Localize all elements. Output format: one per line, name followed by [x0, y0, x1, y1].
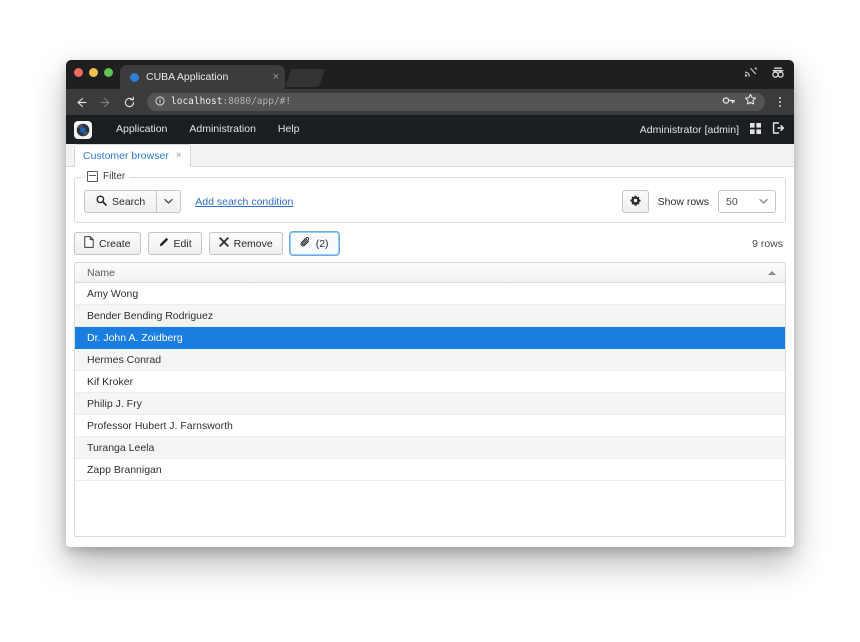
create-button-label: Create — [99, 237, 131, 250]
edit-button[interactable]: Edit — [147, 232, 202, 255]
tab-label: Customer browser — [83, 149, 169, 162]
close-icon[interactable]: × — [269, 71, 279, 83]
browser-toolbar: localhost:8080/app/#! — [66, 89, 794, 115]
magnifier-icon — [96, 195, 107, 209]
forward-button[interactable] — [97, 94, 113, 110]
add-search-condition-link[interactable]: Add search condition — [195, 196, 293, 208]
grid-apps-icon[interactable] — [750, 121, 761, 139]
table-row[interactable]: Zapp Brannigan — [75, 459, 785, 481]
menu-item-help[interactable]: Help — [267, 115, 311, 144]
table-body: Amy Wong Bender Bending Rodriguez Dr. John… — [75, 283, 785, 481]
app-navbar: Application Administration Help Administ… — [66, 115, 794, 144]
search-button-label: Search — [112, 195, 146, 208]
collapse-minus-icon[interactable] — [87, 171, 98, 182]
table-header-row: Name — [75, 263, 785, 283]
cell-name: Bender Bending Rodriguez — [87, 309, 214, 322]
search-button[interactable]: Search — [84, 190, 157, 213]
url-text: localhost:8080/app/#! — [171, 97, 291, 107]
cuba-application: Application Administration Help Administ… — [66, 115, 794, 547]
filter-legend[interactable]: Filter — [83, 170, 130, 182]
url-host: localhost — [171, 96, 223, 108]
show-rows-value: 50 — [726, 195, 738, 208]
tab-favicon-icon — [130, 72, 139, 82]
minimize-window-button[interactable] — [89, 68, 98, 77]
cell-name: Dr. John A. Zoidberg — [87, 331, 183, 344]
browser-window: CUBA Application × localhost:8080/app/#!… — [66, 60, 794, 547]
table-row[interactable]: Philip J. Fry — [75, 393, 785, 415]
logout-icon[interactable] — [772, 121, 785, 139]
show-rows-label: Show rows — [657, 195, 709, 208]
remove-button[interactable]: Remove — [208, 232, 283, 255]
browser-tab-title: CUBA Application — [146, 71, 229, 83]
table-row[interactable]: Kif Kroker — [75, 371, 785, 393]
filter-panel: Filter Search Add search condition Show … — [74, 171, 786, 223]
cell-name: Turanga Leela — [87, 441, 155, 454]
table-row[interactable]: Professor Hubert J. Farnsworth — [75, 415, 785, 437]
cast-icon[interactable] — [744, 66, 757, 84]
rows-count-label: 9 rows — [752, 237, 783, 250]
browser-tab-strip: CUBA Application × — [66, 60, 794, 89]
table-row[interactable]: Dr. John A. Zoidberg — [75, 327, 785, 349]
attachments-button[interactable]: (2) — [289, 232, 339, 255]
tabstrip-right-icons — [744, 66, 785, 84]
attachments-button-label: (2) — [315, 237, 329, 250]
create-button[interactable]: Create — [74, 232, 141, 255]
incognito-icon[interactable] — [771, 66, 785, 84]
pencil-icon — [158, 237, 169, 251]
paperclip-icon — [300, 236, 311, 251]
app-tabsheet: Customer browser × — [66, 144, 794, 167]
window-controls — [74, 68, 113, 77]
remove-button-label: Remove — [233, 237, 273, 250]
table-actions-toolbar: Create Edit Remove (2) 9 rows — [74, 232, 786, 255]
filter-right-controls: Show rows 50 — [621, 190, 776, 213]
show-rows-select[interactable]: 50 — [718, 190, 776, 213]
reload-button[interactable] — [121, 94, 137, 110]
page-info-icon[interactable] — [155, 93, 165, 111]
table-row[interactable]: Hermes Conrad — [75, 349, 785, 371]
table-row[interactable]: Turanga Leela — [75, 437, 785, 459]
chevron-down-icon — [759, 196, 768, 208]
address-bar[interactable]: localhost:8080/app/#! — [147, 93, 765, 111]
gear-icon — [630, 195, 641, 209]
filter-settings-button[interactable] — [621, 190, 649, 213]
close-window-button[interactable] — [74, 68, 83, 77]
column-header-name[interactable]: Name — [87, 267, 115, 279]
navbar-user-area: Administrator [admin] — [639, 121, 785, 139]
cell-name: Kif Kroker — [87, 375, 134, 388]
url-path: :8080/app/#! — [222, 96, 292, 108]
search-options-dropdown-button[interactable] — [156, 190, 182, 213]
menu-item-administration[interactable]: Administration — [178, 115, 267, 144]
back-button[interactable] — [73, 94, 89, 110]
bookmark-star-icon[interactable] — [744, 93, 757, 111]
table-row[interactable]: Bender Bending Rodriguez — [75, 305, 785, 327]
sort-ascending-icon[interactable] — [768, 270, 776, 275]
cell-name: Professor Hubert J. Farnsworth — [87, 419, 233, 432]
cell-name: Hermes Conrad — [87, 353, 162, 366]
document-icon — [84, 236, 94, 251]
filter-controls-row: Search Add search condition Show rows 50 — [84, 190, 776, 213]
edit-button-label: Edit — [173, 237, 192, 250]
maximize-window-button[interactable] — [104, 68, 113, 77]
close-icon[interactable]: × — [176, 150, 182, 161]
cell-name: Amy Wong — [87, 287, 139, 300]
table-row[interactable]: Amy Wong — [75, 283, 785, 305]
customers-table: Name Amy Wong Bender Bending Rodriguez Dr.… — [74, 262, 786, 537]
cuba-logo-icon[interactable] — [74, 120, 92, 139]
new-tab-button[interactable] — [285, 69, 325, 87]
omnibox-actions — [722, 93, 757, 111]
menu-item-application[interactable]: Application — [105, 115, 178, 144]
filter-legend-label: Filter — [103, 170, 126, 182]
password-key-icon[interactable] — [722, 93, 735, 111]
screen-content: Filter Search Add search condition Show … — [66, 167, 794, 546]
current-user-label: Administrator [admin] — [639, 123, 739, 136]
tab-customer-browser[interactable]: Customer browser × — [74, 144, 191, 167]
three-dot-menu-icon[interactable] — [773, 94, 787, 110]
cell-name: Zapp Brannigan — [87, 463, 162, 476]
cell-name: Philip J. Fry — [87, 397, 142, 410]
cross-icon — [218, 237, 229, 250]
browser-tab[interactable]: CUBA Application × — [120, 65, 285, 89]
chevron-down-icon — [164, 196, 173, 208]
